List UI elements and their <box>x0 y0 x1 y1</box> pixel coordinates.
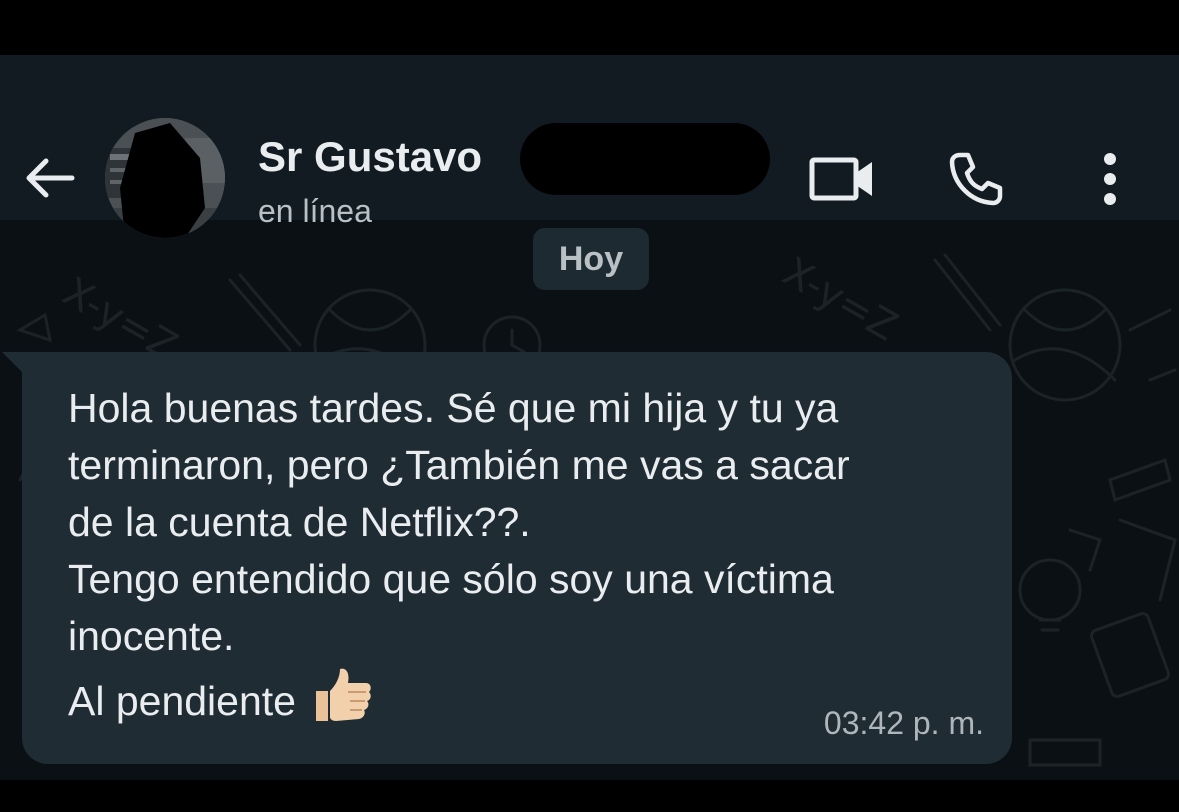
message-line: inocente. <box>68 613 235 659</box>
more-options-button[interactable] <box>1074 147 1146 211</box>
phone-icon <box>949 152 1003 206</box>
arrow-left-icon <box>26 158 75 198</box>
message-line: Hola buenas tardes. Sé que mi hija y tu … <box>68 385 839 431</box>
message-line: Al pendiente <box>68 678 296 724</box>
more-vertical-icon <box>1104 153 1116 205</box>
video-call-button[interactable] <box>806 147 878 211</box>
message-line: de la cuenta de Netflix??. <box>68 499 531 545</box>
incoming-message-bubble[interactable]: Hola buenas tardes. Sé que mi hija y tu … <box>22 352 1012 764</box>
chat-header: Sr Gustavo en línea <box>0 55 1179 238</box>
name-redaction <box>520 123 770 195</box>
message-text: Hola buenas tardes. Sé que mi hija y tu … <box>68 380 988 730</box>
back-button[interactable] <box>22 150 78 206</box>
svg-text:X-y=Z: X-y=Z <box>775 249 905 351</box>
avatar-photo <box>105 118 225 238</box>
contact-name[interactable]: Sr Gustavo <box>258 133 482 181</box>
message-line: Tengo entendido que sólo soy una víctima <box>68 556 834 602</box>
date-divider: Hoy <box>533 228 649 290</box>
message-line: terminaron, pero ¿También me vas a sacar <box>68 442 850 488</box>
thumbs-up-icon <box>315 668 371 721</box>
voice-call-button[interactable] <box>940 147 1012 211</box>
phone-frame: X-y=Z X-y=Z Sr Gustavo en línea Hoy Hola… <box>0 0 1179 812</box>
video-camera-icon <box>809 157 872 201</box>
message-timestamp: 03:42 p. m. <box>823 705 984 741</box>
contact-status: en línea <box>258 193 372 229</box>
contact-avatar[interactable] <box>105 118 225 238</box>
